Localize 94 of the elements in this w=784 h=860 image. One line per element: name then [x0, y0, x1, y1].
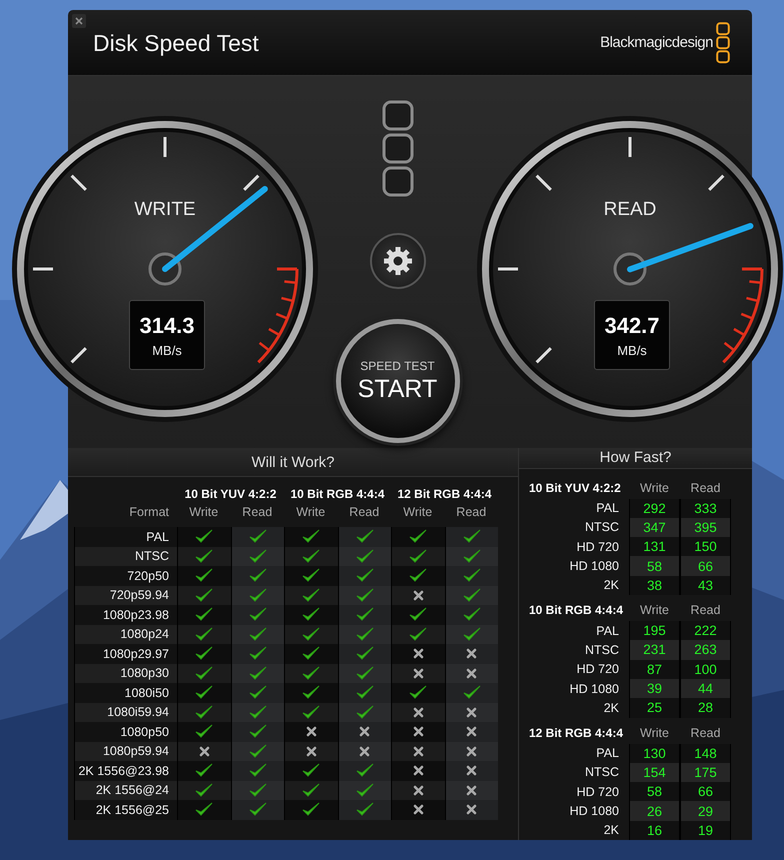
column-header: Write	[188, 504, 220, 521]
table-cell: 87	[629, 660, 680, 679]
table-cell: 1080p23.98	[74, 605, 177, 624]
table-cell: 1080p50	[74, 722, 177, 742]
speed-value: 342.7	[604, 312, 660, 338]
table-cell: 154	[629, 762, 680, 782]
column-header: Write	[639, 724, 670, 742]
table-cell: 195	[629, 621, 680, 640]
window-title: Disk Speed Test	[93, 29, 259, 57]
table-cell: 292	[629, 498, 680, 518]
row-label: NTSC	[584, 764, 620, 782]
column-group-header: 12 Bit RGB 4:4:4	[396, 486, 493, 501]
speed-unit: MB/s	[152, 342, 182, 358]
row-label: HD 1080	[568, 680, 620, 698]
table-cell: 43	[680, 576, 731, 596]
group-header: 12 Bit RGB 4:4:4	[528, 724, 624, 742]
gauge-label: WRITE	[134, 199, 196, 221]
column-group-header: 10 Bit YUV 4:2:2	[184, 486, 278, 501]
table-cell: 28	[680, 698, 731, 718]
gauge-label: READ	[604, 199, 656, 221]
column-header: Read	[690, 602, 722, 620]
table-cell: 39	[629, 678, 680, 698]
table-cell: 25	[629, 698, 680, 718]
table-cell: 16	[629, 820, 680, 840]
table-cell: 1080i59.94	[74, 702, 177, 722]
table-cell: 1080p59.94	[74, 742, 177, 761]
table-cell: 38	[629, 576, 680, 596]
table-cell: 131	[629, 537, 680, 556]
close-icon	[75, 17, 83, 25]
table-cell: 44	[680, 678, 731, 698]
row-label: HD 1080	[568, 803, 620, 820]
row-label: HD 720	[576, 784, 620, 801]
table-cell: 26	[629, 801, 680, 821]
logo-icon	[716, 22, 730, 64]
settings-icon	[382, 246, 412, 276]
table-cell: 231	[629, 640, 680, 660]
table-cell: 720p59.94	[74, 586, 177, 605]
panel-title: Will it Work?	[68, 448, 518, 477]
table-cell: 2K 1556@23.98	[74, 761, 177, 780]
row-label: HD 1080	[568, 558, 620, 576]
row-label: HD 720	[576, 661, 620, 678]
speed-unit: MB/s	[617, 342, 647, 358]
column-header: Write	[639, 480, 670, 497]
row-label: 2K	[602, 577, 620, 594]
table-cell: 263	[680, 640, 731, 660]
row-label: PAL	[595, 745, 620, 762]
column-header: Write	[402, 504, 434, 521]
table-cell: 720p50	[74, 566, 177, 586]
table-cell: 175	[680, 762, 731, 782]
column-header: Read	[690, 724, 722, 742]
table-cell: 66	[680, 782, 731, 802]
row-label: PAL	[595, 622, 620, 640]
table-cell: 1080p29.97	[74, 644, 177, 664]
column-header: Read	[241, 504, 274, 521]
row-label: 2K	[602, 822, 620, 840]
table-cell: 333	[680, 498, 731, 518]
table-cell: 2K 1556@25	[74, 800, 177, 820]
row-label: NTSC	[584, 519, 620, 536]
column-group-header: 10 Bit RGB 4:4:4	[289, 486, 386, 501]
column-header: Write	[639, 602, 670, 620]
table-cell: 58	[629, 556, 680, 576]
row-label: NTSC	[584, 642, 620, 659]
table-cell: 1080p24	[74, 624, 177, 644]
table-cell: 2K 1556@24	[74, 780, 177, 800]
column-header: Read	[348, 504, 380, 521]
row-label: HD 720	[576, 538, 620, 556]
table-cell: 1080p30	[74, 664, 177, 683]
group-header: 10 Bit YUV 4:2:2	[528, 480, 621, 497]
table-cell: 148	[680, 744, 731, 763]
table-cell: 150	[680, 537, 731, 556]
brand-name: Blackmagicdesign	[600, 34, 713, 51]
table-cell: 100	[680, 660, 731, 679]
column-header: Read	[690, 480, 722, 497]
column-header: Format	[128, 504, 170, 521]
table-cell: 29	[680, 801, 731, 821]
table-cell: 347	[629, 518, 680, 538]
table-cell: 58	[629, 782, 680, 802]
table-cell: 1080i50	[74, 683, 177, 702]
row-label: PAL	[595, 500, 620, 518]
column-header: Write	[295, 504, 326, 521]
table-cell: 19	[680, 820, 731, 840]
group-header: 10 Bit RGB 4:4:4	[528, 602, 624, 620]
table-cell: 395	[680, 518, 731, 538]
table-cell: 66	[680, 556, 731, 576]
column-header: Read	[455, 504, 488, 521]
logo-icon	[380, 99, 414, 199]
panel-title: How Fast?	[519, 448, 752, 469]
table-cell: 130	[629, 744, 680, 763]
speed-value: 314.3	[139, 312, 195, 338]
row-label: 2K	[602, 700, 620, 717]
table-cell: 222	[680, 621, 731, 640]
table-cell: NTSC	[74, 546, 177, 566]
table-cell: PAL	[74, 527, 177, 546]
close-button[interactable]	[72, 14, 86, 28]
